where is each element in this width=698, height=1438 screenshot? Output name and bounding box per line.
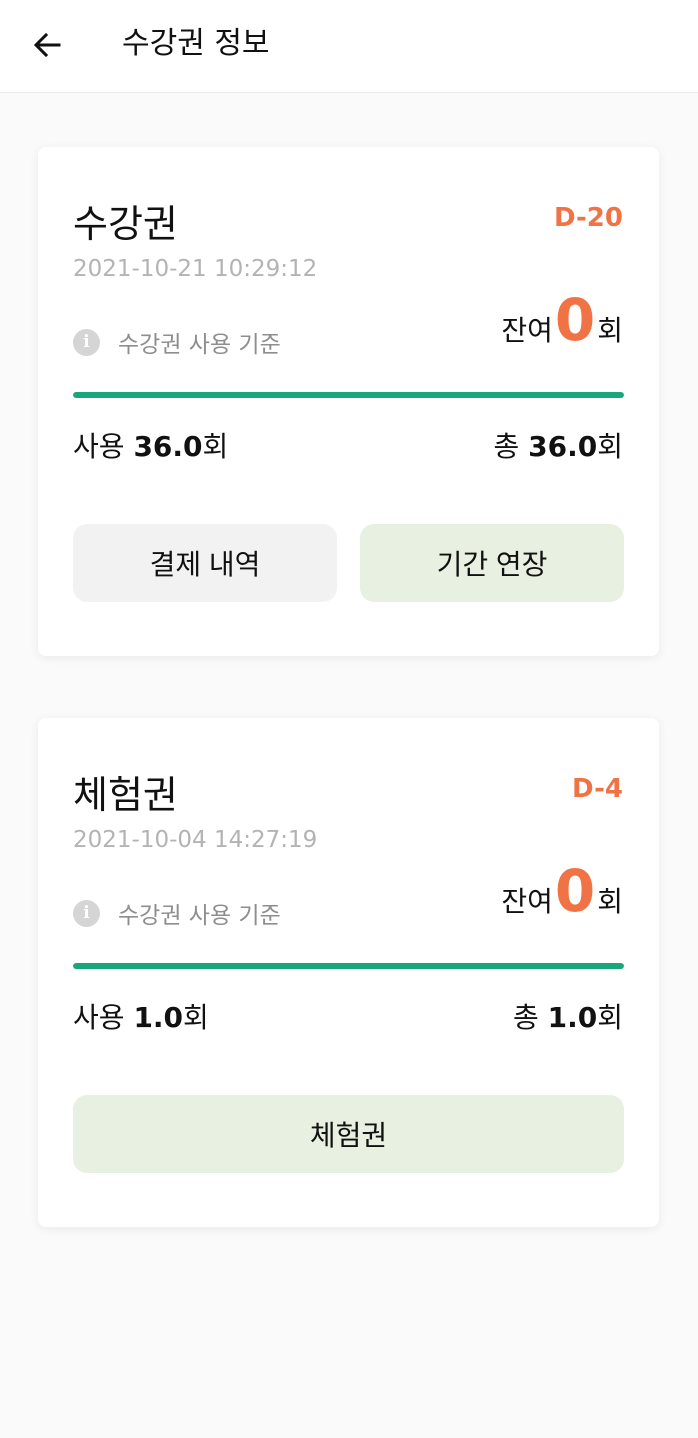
usage-criteria-label: 수강권 사용 기준 [118,903,281,929]
info-icon: i [73,899,100,927]
remaining-number: 0 [554,286,596,354]
dday-badge: D-4 [572,774,623,804]
usage-progress-fill [73,963,624,969]
usage-criteria-label: 수강권 사용 기준 [118,332,281,358]
page-title: 수강권 정보 [122,26,270,61]
usage-criteria-link[interactable]: i 수강권 사용 기준 [73,327,281,358]
used-count: 사용 36.0회 [73,429,228,465]
total-count: 총 36.0회 [493,429,623,465]
dday-badge: D-20 [553,203,623,233]
trial-ticket-button[interactable]: 체험권 [73,1095,624,1173]
info-icon: i [73,328,100,356]
total-unit: 회 [597,430,623,463]
ticket-card: 수강권 D-20 2021-10-21 10:29:12 i 수강권 사용 기준… [38,147,659,656]
arrow-left-icon [33,32,61,58]
remaining-number: 0 [554,857,596,925]
usage-progress-bar [73,392,624,398]
usage-criteria-link[interactable]: i 수강권 사용 기준 [73,898,281,929]
remaining-prefix: 잔여 [501,885,553,918]
total-label: 총 [493,430,520,463]
used-value: 1.0 [133,1001,184,1034]
ticket-date: 2021-10-21 10:29:12 [73,256,318,282]
total-value: 36.0 [528,430,598,463]
remaining-prefix: 잔여 [501,314,553,347]
remaining-suffix: 회 [597,885,623,918]
usage-progress-fill [73,392,624,398]
ticket-list: 수강권 D-20 2021-10-21 10:29:12 i 수강권 사용 기준… [0,93,698,1438]
extend-period-button[interactable]: 기간 연장 [360,524,624,602]
used-label: 사용 [73,430,125,463]
used-label: 사용 [73,1001,125,1034]
total-label: 총 [512,1001,539,1034]
remaining-count: 잔여 0 회 [501,858,623,928]
ticket-date: 2021-10-04 14:27:19 [73,827,318,853]
total-count: 총 1.0회 [513,1000,623,1036]
ticket-name: 수강권 [73,202,178,246]
ticket-name: 체험권 [73,773,178,817]
remaining-suffix: 회 [597,314,623,347]
used-unit: 회 [183,1001,209,1034]
payment-history-button[interactable]: 결제 내역 [73,524,337,602]
total-value: 1.0 [547,1001,598,1034]
used-count: 사용 1.0회 [73,1000,209,1036]
usage-progress-bar [73,963,624,969]
app-header: 수강권 정보 [0,0,698,93]
back-button[interactable] [28,26,66,64]
used-value: 36.0 [133,430,203,463]
used-unit: 회 [202,430,229,463]
remaining-count: 잔여 0 회 [501,287,623,357]
ticket-card: 체험권 D-4 2021-10-04 14:27:19 i 수강권 사용 기준 … [38,718,659,1227]
total-unit: 회 [597,1001,623,1034]
